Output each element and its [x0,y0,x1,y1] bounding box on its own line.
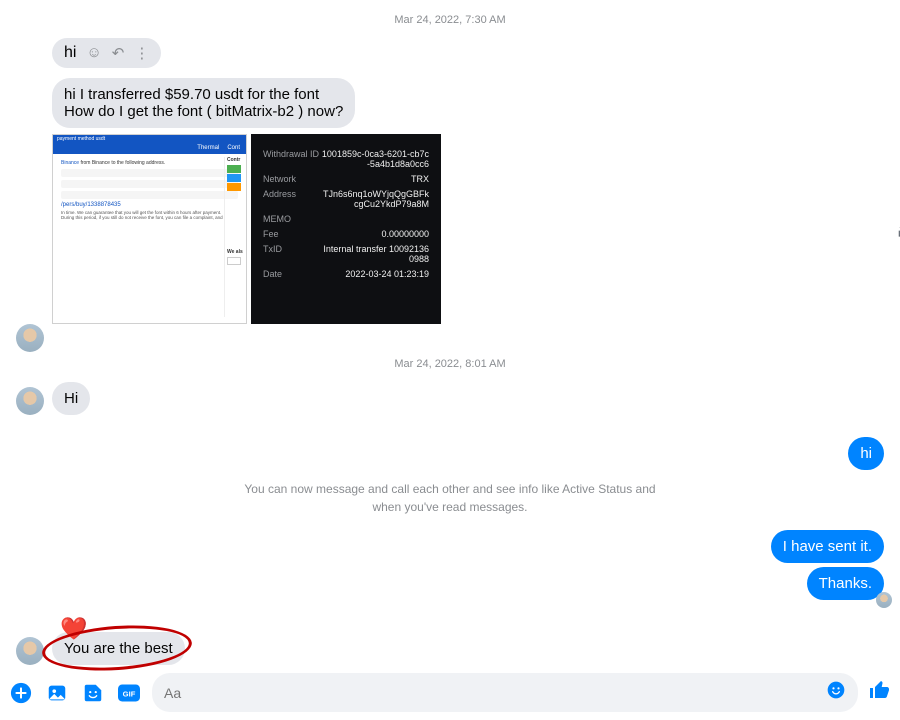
svg-text:GIF: GIF [123,689,136,698]
message-hi: hi ☺ ↶ ⋮ [52,38,161,68]
message-input[interactable] [164,685,826,701]
message-input-wrap[interactable] [152,673,858,712]
message-thanks: Thanks. [807,567,884,600]
reply-icon[interactable]: ↶ [112,44,125,62]
share-icon[interactable] [894,224,900,240]
heart-reaction-icon: ❤️ [60,616,87,642]
screenshot-withdrawal-receipt[interactable]: Withdrawal ID1001859c-0ca3-6201-cb7c-5a4… [251,134,441,324]
message-hi-text: hi [64,44,76,62]
avatar[interactable] [16,387,44,415]
timestamp-1: Mar 24, 2022, 7:30 AM [16,14,884,26]
gif-icon[interactable]: GIF [116,680,142,706]
screenshot-payment-page[interactable]: payment method usdt ThermalCont Binance … [52,134,247,324]
message-transfer-line2: How do I get the font ( bitMatrix-b2 ) n… [64,103,343,120]
avatar[interactable] [16,324,44,352]
smile-icon[interactable]: ☺ [86,44,101,62]
thumbs-up-icon[interactable] [868,678,892,708]
composer: GIF [8,673,892,712]
image-icon[interactable] [44,680,70,706]
avatar[interactable] [16,637,44,665]
timestamp-2: Mar 24, 2022, 8:01 AM [16,358,884,370]
message-transfer-line1: hi I transferred $59.70 usdt for the fon… [64,86,343,103]
sticker-icon[interactable] [80,680,106,706]
message-transfer: hi I transferred $59.70 usdt for the fon… [52,78,355,128]
emoji-icon[interactable] [826,680,846,705]
plus-icon[interactable] [8,680,34,706]
message-hi2: Hi [52,382,90,415]
message-sent: I have sent it. [771,530,884,563]
system-info: You can now message and call each other … [240,480,660,516]
attachment-row: payment method usdt ThermalCont Binance … [52,134,884,324]
message-hi-right: hi [848,437,884,470]
seen-avatar [876,592,892,608]
more-icon[interactable]: ⋮ [134,44,149,62]
